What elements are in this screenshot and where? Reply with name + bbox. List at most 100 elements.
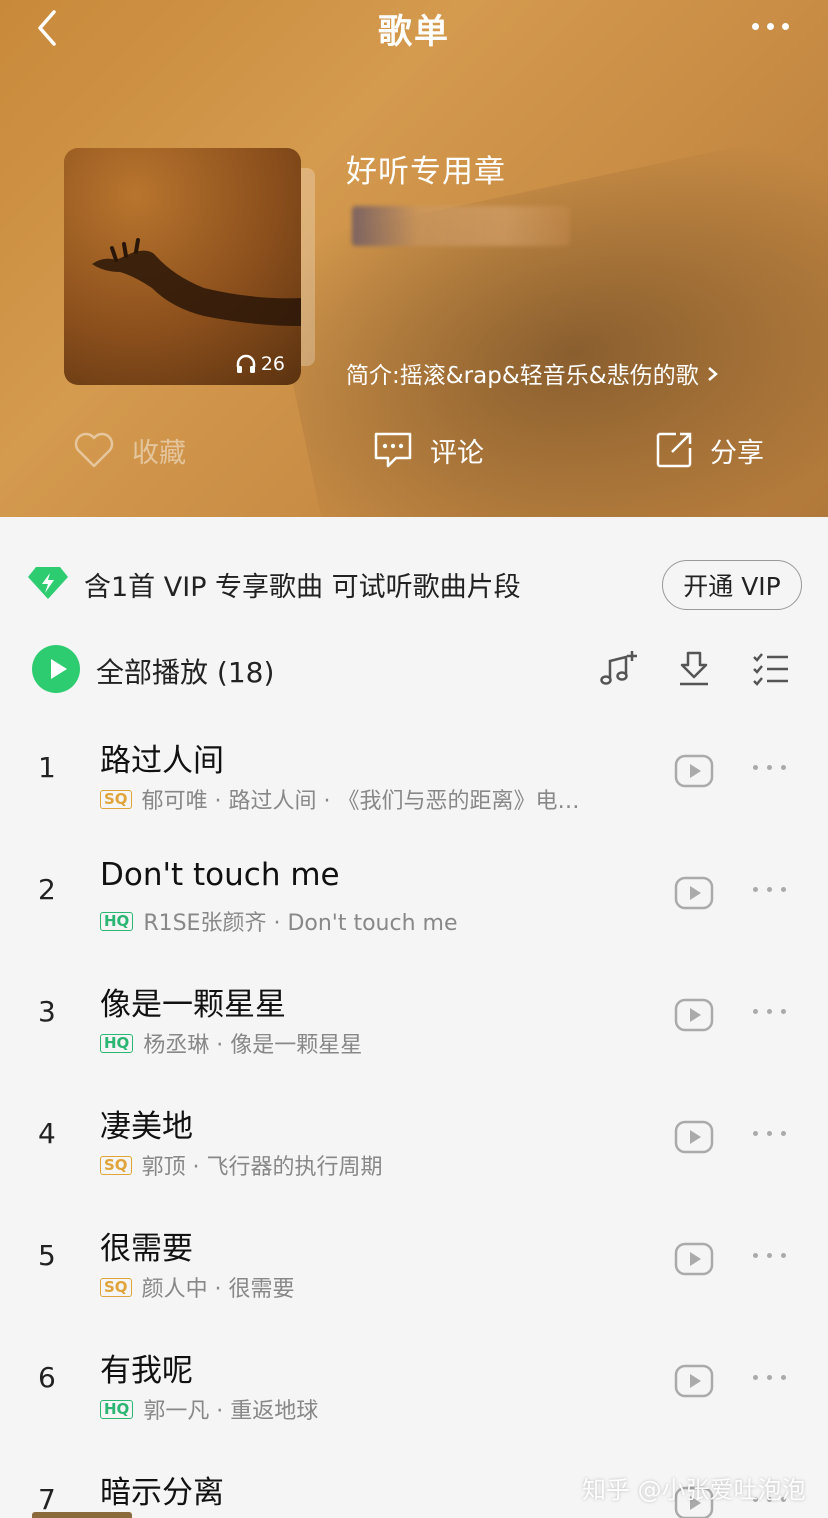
multi-select-button[interactable] xyxy=(750,649,790,689)
playlist-cover[interactable]: 26 xyxy=(64,148,301,385)
download-icon xyxy=(680,651,708,686)
song-meta: HQ R1SE张颜齐 · Don't touch me xyxy=(100,905,652,937)
watermark: 知乎 @小张爱吐泡泡 xyxy=(582,1476,806,1504)
checklist-icon xyxy=(753,653,788,686)
song-more-button[interactable] xyxy=(750,1127,790,1141)
playlist-header: 歌单 26 好听专用章 简介:摇滚&rap&轻音乐&悲伤的歌 收藏 评论 分享 xyxy=(0,0,828,517)
dot-icon xyxy=(752,23,759,30)
dot-icon xyxy=(753,1253,758,1258)
song-row[interactable]: 2 Don't touch me HQ R1SE张颜齐 · Don't touch… xyxy=(0,837,828,959)
dot-icon xyxy=(781,765,786,770)
dot-icon xyxy=(753,1131,758,1136)
song-title: 暗示分离 xyxy=(100,1475,224,1511)
hand-silhouette-image xyxy=(92,238,301,326)
mv-play-button[interactable] xyxy=(674,875,714,911)
quality-badge: SQ xyxy=(100,1155,132,1175)
favorite-button[interactable]: 收藏 xyxy=(72,430,186,470)
mv-play-button[interactable] xyxy=(674,1119,714,1155)
song-meta: SQ 郭顶 · 飞行器的执行周期 xyxy=(100,1149,652,1181)
song-row[interactable]: 4 凄美地 SQ 郭顶 · 飞行器的执行周期 xyxy=(0,1081,828,1203)
mv-play-button[interactable] xyxy=(674,1363,714,1399)
mv-play-button[interactable] xyxy=(674,753,714,789)
page-title: 歌单 xyxy=(378,12,450,52)
video-play-icon xyxy=(674,754,714,788)
song-more-button[interactable] xyxy=(750,1371,790,1385)
play-count: 26 xyxy=(235,353,285,375)
song-artist-album: R1SE张颜齐 · Don't touch me xyxy=(143,911,458,936)
quality-badge: SQ xyxy=(100,1277,132,1297)
song-row[interactable]: 5 很需要 SQ 颜人中 · 很需要 xyxy=(0,1203,828,1325)
song-index: 1 xyxy=(38,751,56,784)
song-artist-album: 颜人中 · 很需要 xyxy=(141,1277,295,1302)
vip-notice-text: 含1首 VIP 专享歌曲 可试听歌曲片段 xyxy=(84,572,521,603)
video-play-icon xyxy=(674,1242,714,1276)
song-index: 4 xyxy=(38,1117,56,1150)
song-index: 6 xyxy=(38,1361,56,1394)
song-title: 有我呢 xyxy=(100,1353,193,1389)
dot-icon xyxy=(781,1253,786,1258)
mv-play-button[interactable] xyxy=(674,1241,714,1277)
intro-text: 简介:摇滚&rap&轻音乐&悲伤的歌 xyxy=(346,363,699,389)
song-artist-album: 郭一凡 · 重返地球 xyxy=(143,1399,319,1424)
song-row[interactable]: 6 有我呢 HQ 郭一凡 · 重返地球 xyxy=(0,1325,828,1447)
song-index: 2 xyxy=(38,873,56,906)
song-list-panel: 含1首 VIP 专享歌曲 可试听歌曲片段 开通 VIP 全部播放 (18) 1 … xyxy=(0,517,828,1518)
dot-icon xyxy=(781,887,786,892)
song-more-button[interactable] xyxy=(750,1249,790,1263)
more-options-button[interactable] xyxy=(748,10,794,40)
mv-play-button[interactable] xyxy=(674,997,714,1033)
song-list: 1 路过人间 SQ 郁可唯 · 路过人间 · 《我们与恶的距离》电… 2 Don'… xyxy=(0,715,828,1518)
play-all-label[interactable]: 全部播放 (18) xyxy=(96,651,274,691)
quality-badge: HQ xyxy=(100,1033,134,1053)
creator-info-blurred[interactable] xyxy=(352,206,570,246)
play-all-text: 全部播放 xyxy=(96,656,209,689)
video-play-icon xyxy=(674,1364,714,1398)
playlist-name: 好听专用章 xyxy=(346,154,506,190)
add-to-playlist-button[interactable] xyxy=(598,649,638,689)
song-row[interactable]: 1 路过人间 SQ 郁可唯 · 路过人间 · 《我们与恶的距离》电… xyxy=(0,715,828,837)
quality-badge: HQ xyxy=(100,1399,134,1419)
song-more-button[interactable] xyxy=(750,761,790,775)
video-play-icon xyxy=(674,1120,714,1154)
chevron-right-icon xyxy=(708,367,718,381)
song-title: 路过人间 xyxy=(100,743,224,779)
play-all-button[interactable] xyxy=(32,645,80,693)
cover-stack-edge xyxy=(301,168,315,366)
song-title: Don't touch me xyxy=(100,857,340,893)
song-more-button[interactable] xyxy=(750,883,790,897)
dot-icon xyxy=(767,887,772,892)
dot-icon xyxy=(753,887,758,892)
dot-icon xyxy=(767,1375,772,1380)
download-button[interactable] xyxy=(674,649,714,689)
song-meta: SQ 郁可唯 · 路过人间 · 《我们与恶的距离》电… xyxy=(100,783,652,815)
song-row[interactable]: 3 像是一颗星星 HQ 杨丞琳 · 像是一颗星星 xyxy=(0,959,828,1081)
comment-icon xyxy=(374,432,412,468)
dot-icon xyxy=(753,765,758,770)
play-all-row: 全部播放 (18) xyxy=(0,637,828,701)
dot-icon xyxy=(767,1009,772,1014)
mini-player-thumb[interactable] xyxy=(32,1512,132,1518)
song-meta: HQ 郭一凡 · 重返地球 xyxy=(100,1393,652,1425)
video-play-icon xyxy=(674,998,714,1032)
music-note-add-icon xyxy=(600,651,637,685)
song-title: 凄美地 xyxy=(100,1109,193,1145)
dot-icon xyxy=(781,1009,786,1014)
dot-icon xyxy=(753,1009,758,1014)
dot-icon xyxy=(767,1131,772,1136)
dot-icon xyxy=(782,23,789,30)
share-button[interactable]: 分享 xyxy=(654,430,764,470)
dot-icon xyxy=(767,765,772,770)
song-artist-album: 杨丞琳 · 像是一颗星星 xyxy=(143,1033,363,1058)
comment-label: 评论 xyxy=(430,437,484,469)
song-index: 3 xyxy=(38,995,56,1028)
comment-button[interactable]: 评论 xyxy=(372,430,484,470)
play-count-value: 26 xyxy=(260,353,285,375)
song-more-button[interactable] xyxy=(750,1005,790,1019)
vip-diamond-icon xyxy=(28,567,68,599)
song-meta: HQ 杨丞琳 · 像是一颗星星 xyxy=(100,1027,652,1059)
open-vip-button[interactable]: 开通 VIP xyxy=(662,560,802,610)
favorite-label: 收藏 xyxy=(132,437,186,469)
top-bar: 歌单 xyxy=(0,0,828,56)
quality-badge: HQ xyxy=(100,911,134,931)
playlist-intro[interactable]: 简介:摇滚&rap&轻音乐&悲伤的歌 xyxy=(346,356,720,390)
